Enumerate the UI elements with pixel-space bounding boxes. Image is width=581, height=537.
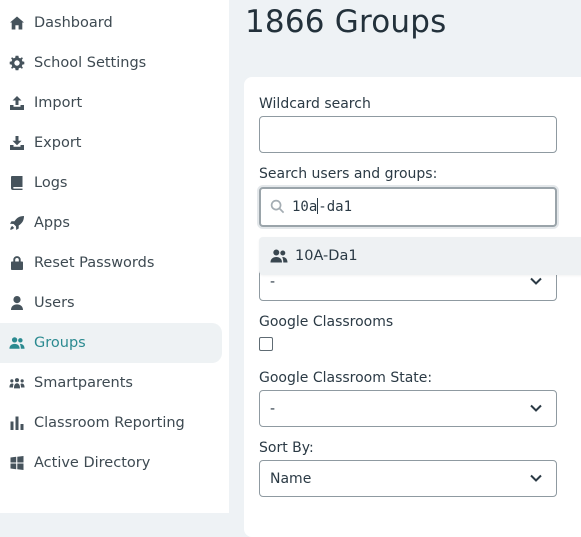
gear-icon — [8, 55, 25, 72]
users-icon — [8, 335, 25, 352]
sidebar-item-label: Reset Passwords — [34, 255, 155, 271]
chevron-down-icon — [529, 401, 545, 417]
search-input-text-before-caret: 10a — [292, 199, 318, 215]
sidebar-item-dashboard[interactable]: Dashboard — [0, 3, 222, 43]
sidebar-item-users[interactable]: Users — [0, 283, 222, 323]
sidebar-item-label: Logs — [34, 175, 68, 191]
sort-by-select[interactable]: Name — [259, 460, 557, 497]
select-value: - — [270, 400, 276, 417]
sort-by-label: Sort By: — [259, 440, 314, 456]
people-group-icon — [8, 375, 25, 392]
sidebar-item-label: Classroom Reporting — [34, 415, 185, 431]
google-classroom-state-select[interactable]: - — [259, 390, 557, 427]
page-title: 1866 Groups — [245, 4, 447, 40]
book-icon — [8, 175, 25, 192]
sidebar-item-label: Dashboard — [34, 15, 113, 31]
sidebar: Dashboard School Settings Import Export … — [0, 0, 230, 513]
chevron-down-icon — [529, 274, 545, 290]
sidebar-item-label: Users — [34, 295, 75, 311]
download-icon — [8, 135, 25, 152]
sidebar-item-groups[interactable]: Groups — [0, 323, 222, 363]
home-icon — [8, 15, 25, 32]
sidebar-item-label: Active Directory — [34, 455, 151, 471]
chevron-down-icon — [529, 471, 545, 487]
upload-icon — [8, 95, 25, 112]
search-icon — [270, 199, 286, 215]
users-icon — [269, 248, 289, 264]
sidebar-item-label: Export — [34, 135, 82, 151]
google-classrooms-label: Google Classrooms — [259, 314, 394, 330]
search-result-label: 10A-Da1 — [295, 248, 358, 264]
sidebar-item-logs[interactable]: Logs — [0, 163, 222, 203]
rocket-icon — [8, 215, 25, 232]
sidebar-item-apps[interactable]: Apps — [0, 203, 222, 243]
sidebar-item-label: School Settings — [34, 55, 147, 71]
sidebar-item-import[interactable]: Import — [0, 83, 222, 123]
bar-chart-icon — [8, 415, 25, 432]
sidebar-item-school-settings[interactable]: School Settings — [0, 43, 222, 83]
wildcard-search-input[interactable] — [259, 116, 557, 153]
user-icon — [8, 295, 25, 312]
search-result-option[interactable]: 10A-Da1 — [259, 237, 581, 275]
google-classroom-state-label: Google Classroom State: — [259, 370, 433, 386]
filter-card: Wildcard search Search users and groups:… — [244, 77, 581, 537]
sidebar-item-active-directory[interactable]: Active Directory — [0, 443, 222, 483]
search-users-groups-label: Search users and groups: — [259, 166, 438, 182]
select-value: Name — [270, 470, 312, 487]
sidebar-item-classroom-reporting[interactable]: Classroom Reporting — [0, 403, 222, 443]
sidebar-item-export[interactable]: Export — [0, 123, 222, 163]
search-input-text-after-caret: -da1 — [318, 199, 353, 215]
search-users-groups-input[interactable]: 10a -da1 — [259, 187, 557, 227]
windows-icon — [8, 455, 25, 472]
sidebar-item-label: Groups — [34, 335, 86, 351]
select-value: - — [270, 274, 276, 290]
sidebar-item-label: Import — [34, 95, 83, 111]
sidebar-item-reset-passwords[interactable]: Reset Passwords — [0, 243, 222, 283]
wildcard-search-label: Wildcard search — [259, 96, 371, 112]
sidebar-item-smartparents[interactable]: Smartparents — [0, 363, 222, 403]
main-content: 1866 Groups Wildcard search Search users… — [229, 0, 581, 537]
sidebar-item-label: Smartparents — [34, 375, 133, 391]
sidebar-item-label: Apps — [34, 215, 70, 231]
google-classrooms-checkbox[interactable] — [259, 337, 273, 351]
lock-icon — [8, 255, 25, 272]
